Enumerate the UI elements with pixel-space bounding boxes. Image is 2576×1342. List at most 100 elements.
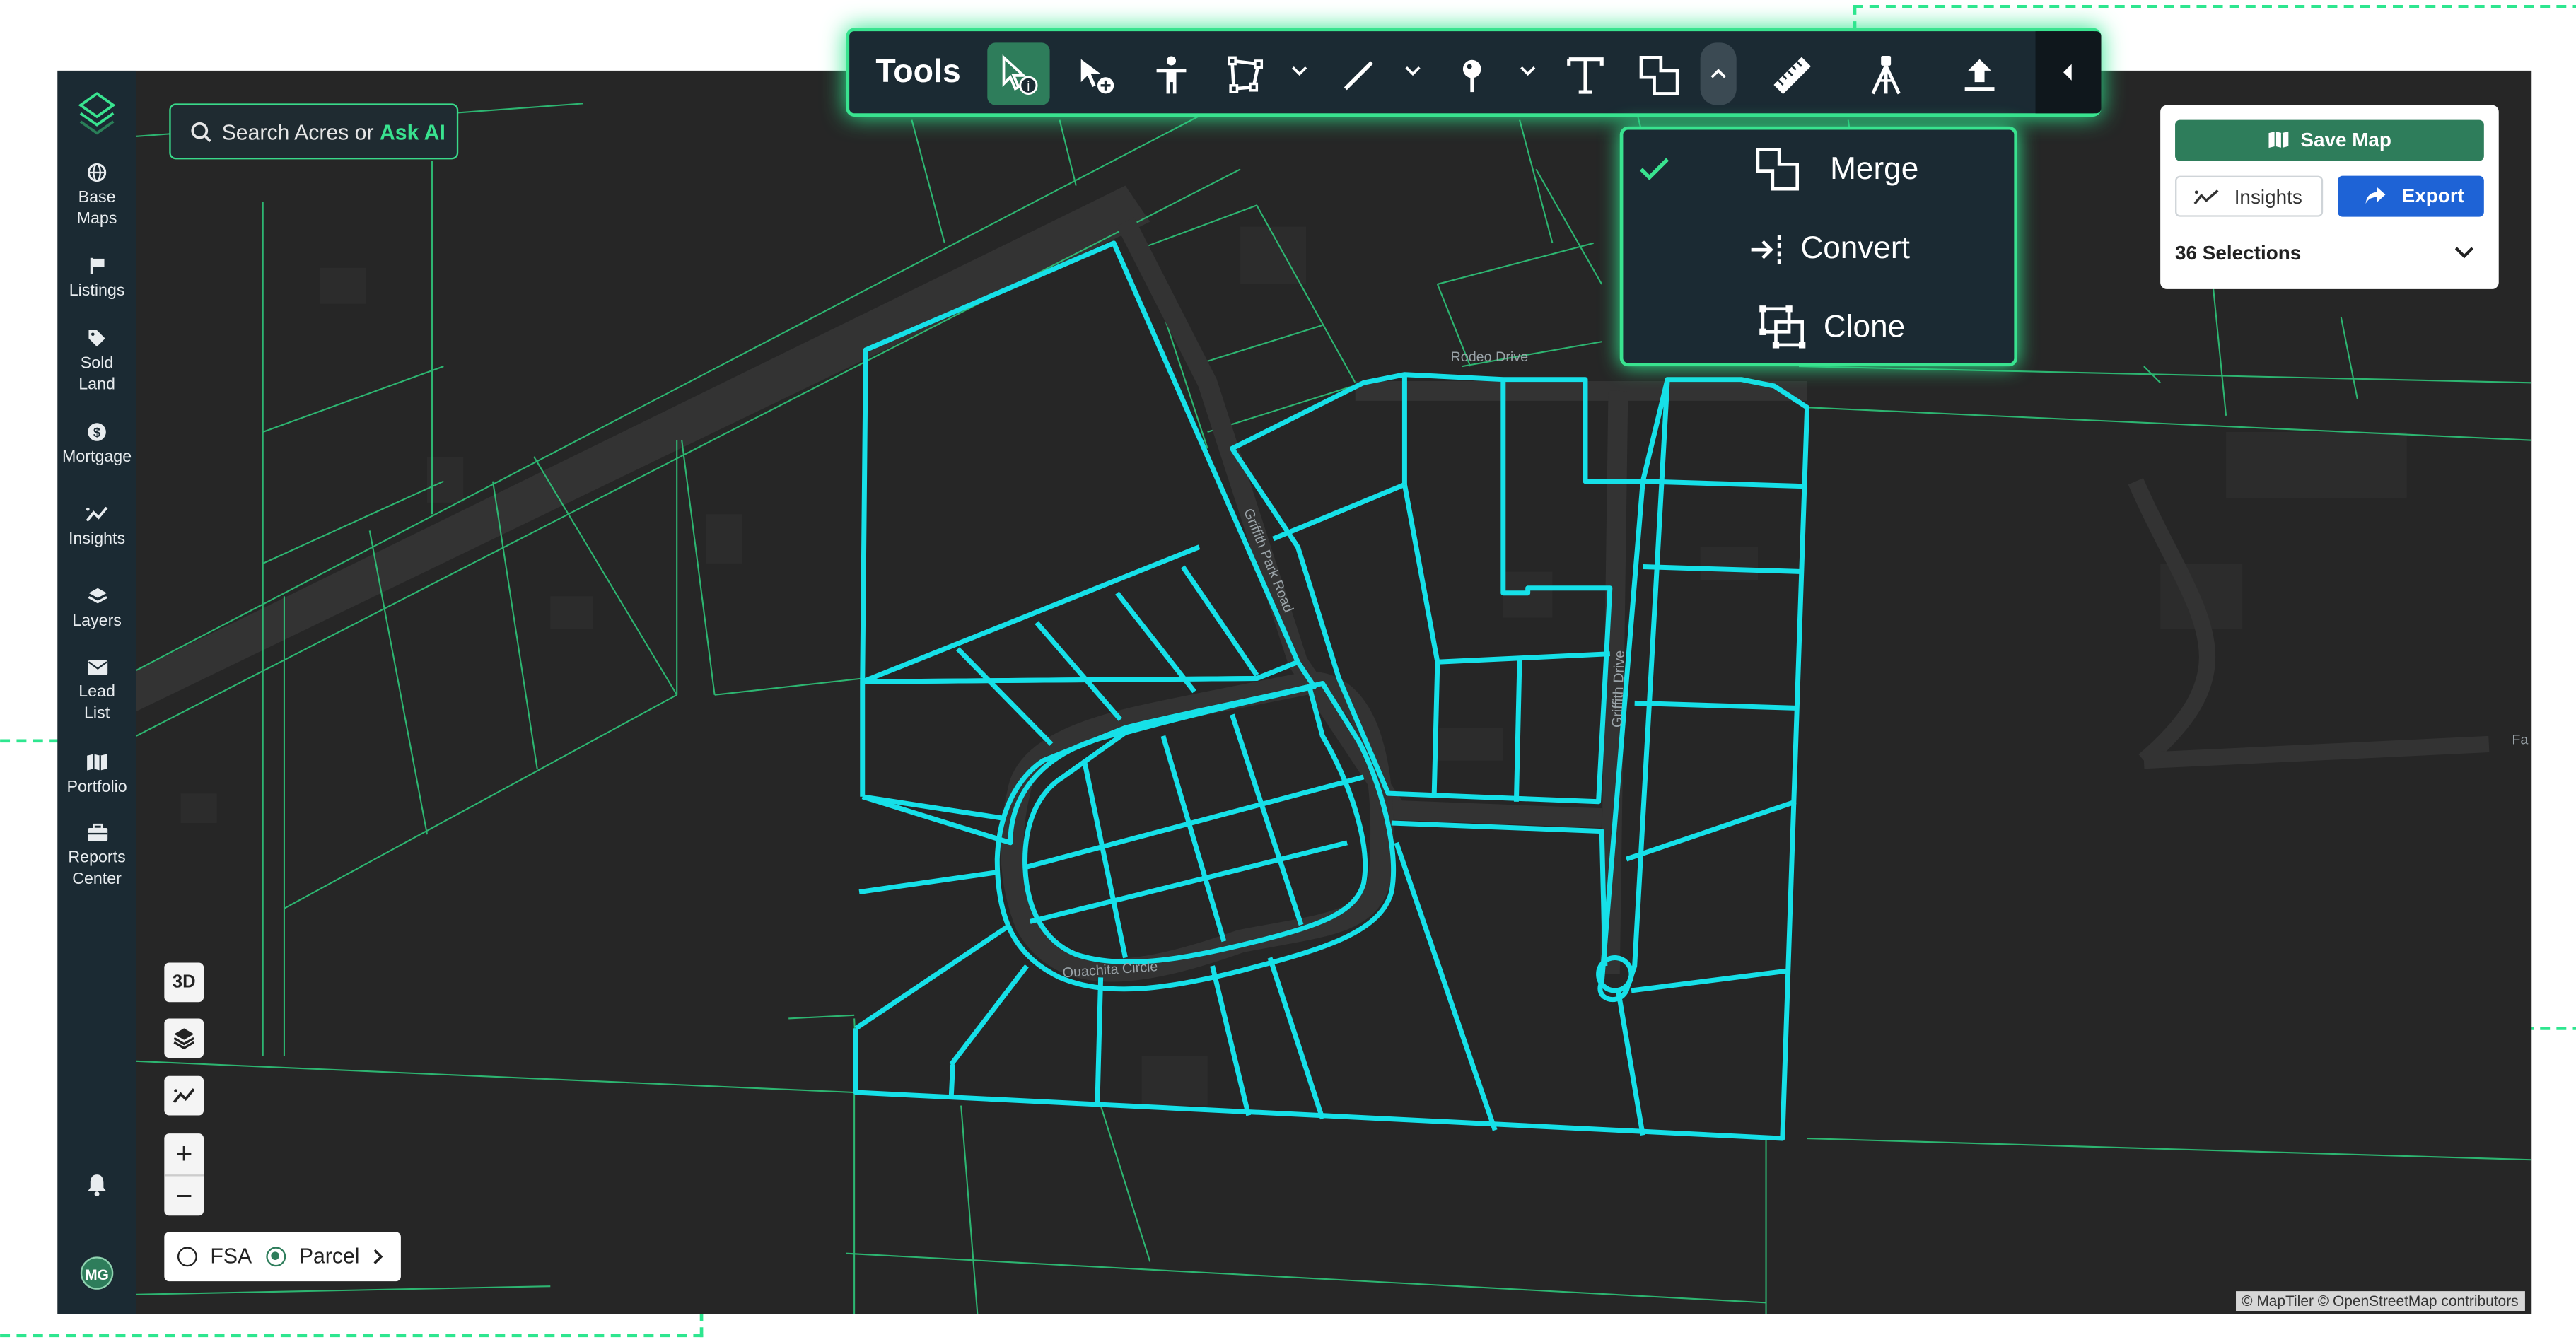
text-tool-button[interactable]: [1553, 42, 1615, 105]
sidebar-label-line1: Layers: [72, 612, 122, 631]
line-icon: [1344, 61, 1373, 91]
ruler-tool-button[interactable]: [1759, 42, 1822, 105]
notification-bell-icon[interactable]: [83, 1172, 110, 1198]
ask-ai-link[interactable]: Ask AI: [380, 120, 445, 145]
line-tool-button[interactable]: [1326, 42, 1388, 105]
insights-button[interactable]: Insights: [2175, 175, 2324, 217]
upload-tool-button[interactable]: [1947, 42, 2009, 105]
tag-icon: [88, 329, 105, 347]
sidebar-item-portfolio[interactable]: Portfolio: [57, 752, 136, 798]
parcel-radio[interactable]: [266, 1247, 286, 1267]
upload-icon: [1964, 59, 1995, 91]
pin-dropdown-chevron-icon[interactable]: [1518, 62, 1538, 78]
merge-options-dropdown: Merge Convert Clone: [1619, 126, 2018, 367]
layers-control-button[interactable]: [164, 1018, 204, 1058]
checkmark-icon: [1640, 158, 1669, 180]
pin-icon: [1462, 59, 1481, 93]
tools-toolbar: Tools i: [846, 28, 2102, 117]
polygon-tool-button[interactable]: [1213, 42, 1275, 105]
save-map-label: Save Map: [2300, 128, 2391, 151]
map-edge-label: Fa: [2512, 732, 2528, 747]
share-arrow-icon: [2365, 187, 2386, 204]
sidebar-item-base-maps[interactable]: Base Maps: [57, 163, 136, 230]
dropdown-label: Merge: [1830, 153, 1919, 187]
merge-tool-button[interactable]: [1626, 42, 1689, 105]
toolbar-title: Tools: [875, 54, 961, 91]
ruler-icon: [1773, 57, 1812, 95]
road-label-griffith-drive: Griffith Drive: [1609, 650, 1628, 728]
sidebar-label-line1: Base: [78, 189, 116, 207]
dollar-icon: $: [88, 423, 106, 441]
mail-icon: [87, 660, 107, 675]
fsa-label[interactable]: FSA: [210, 1244, 252, 1268]
sidebar-label-line2: List: [83, 704, 110, 723]
sidebar-label-line2: Center: [72, 870, 122, 889]
survey-tripod-icon: [1871, 55, 1901, 95]
parcel-label[interactable]: Parcel: [299, 1244, 360, 1268]
svg-text:i: i: [1027, 78, 1030, 93]
merge-icon: [1639, 55, 1679, 95]
fsa-radio[interactable]: [177, 1247, 197, 1267]
trend-icon: [2193, 189, 2219, 205]
person-icon: [1156, 56, 1187, 94]
chevron-up-icon: [1710, 69, 1726, 78]
convert-icon: [1751, 235, 1781, 265]
trend-icon: [86, 506, 108, 522]
map-icon: [2269, 131, 2290, 148]
layers-icon: [87, 588, 107, 604]
tools-collapse-up-button[interactable]: [1700, 42, 1737, 105]
search-placeholder: Search Acres or Ask AI: [222, 120, 445, 145]
person-tool-button[interactable]: [1138, 42, 1201, 105]
save-map-button[interactable]: Save Map: [2175, 119, 2484, 161]
merge-icon: [1756, 148, 1800, 191]
selections-count[interactable]: 36 Selections: [2175, 242, 2301, 265]
sidebar-item-insights[interactable]: Insights: [57, 504, 136, 550]
zoom-control: + −: [164, 1133, 204, 1217]
insights-label: Insights: [2234, 185, 2302, 209]
user-avatar[interactable]: MG: [80, 1256, 114, 1290]
search-prefix: Search Acres or: [221, 119, 374, 145]
map-icon: [87, 754, 107, 771]
sidebar-item-mortgage[interactable]: $ Mortgage: [57, 422, 136, 468]
dropdown-item-convert[interactable]: Convert: [1623, 212, 2014, 284]
survey-tool-button[interactable]: [1853, 42, 1916, 105]
select-info-icon: i: [1002, 54, 1038, 95]
search-bar[interactable]: Search Acres or Ask AI: [169, 103, 459, 160]
flag-icon: [90, 257, 105, 274]
select-info-tool-button[interactable]: i: [987, 42, 1050, 105]
line-dropdown-chevron-icon[interactable]: [1403, 62, 1423, 78]
sidebar-item-sold-land[interactable]: Sold Land: [57, 329, 136, 396]
zoom-in-button[interactable]: +: [164, 1133, 204, 1177]
polygon-icon: [1228, 56, 1264, 93]
sidebar-label-line2: Land: [78, 376, 115, 395]
zoom-out-button[interactable]: −: [164, 1176, 204, 1217]
globe-icon: [87, 163, 107, 182]
export-button[interactable]: Export: [2338, 175, 2484, 217]
insights-control-button[interactable]: [164, 1075, 204, 1116]
chevron-down-icon[interactable]: [2453, 243, 2476, 263]
clone-icon: [1759, 305, 1806, 349]
dropdown-item-clone[interactable]: Clone: [1623, 291, 2014, 363]
road-label-rodeo-drive: Rodeo Drive: [1450, 349, 1528, 365]
sidebar-label-line1: Listings: [69, 282, 125, 301]
dropdown-item-merge[interactable]: Merge: [1623, 133, 2014, 205]
select-add-tool-button[interactable]: [1064, 42, 1126, 105]
sidebar-label-line1: Mortgage: [62, 448, 132, 467]
search-icon: [191, 122, 211, 143]
selection-panel: Save Map Insights Export 36 Selections: [2160, 105, 2499, 289]
chevron-right-icon[interactable]: [371, 1249, 385, 1265]
app-logo-icon[interactable]: [77, 91, 117, 136]
sidebar-item-layers[interactable]: Layers: [57, 586, 136, 632]
sidebar-item-listings[interactable]: Listings: [57, 256, 136, 302]
sidebar-item-lead-list[interactable]: Lead List: [57, 659, 136, 725]
polygon-dropdown-chevron-icon[interactable]: [1290, 62, 1310, 78]
sidebar: Base Maps Listings Sold Land $ Mortgage …: [57, 70, 136, 1314]
pin-tool-button[interactable]: [1439, 42, 1501, 105]
3d-toggle-button[interactable]: 3D: [164, 962, 204, 1003]
briefcase-icon: [87, 823, 107, 841]
sidebar-label-line1: Lead: [78, 683, 115, 702]
toolbar-collapse-button[interactable]: [2035, 31, 2102, 114]
text-icon: [1567, 57, 1604, 94]
sidebar-item-reports-center[interactable]: Reports Center: [57, 823, 136, 890]
map-attribution[interactable]: © MapTiler © OpenStreetMap contributors: [2234, 1291, 2525, 1311]
